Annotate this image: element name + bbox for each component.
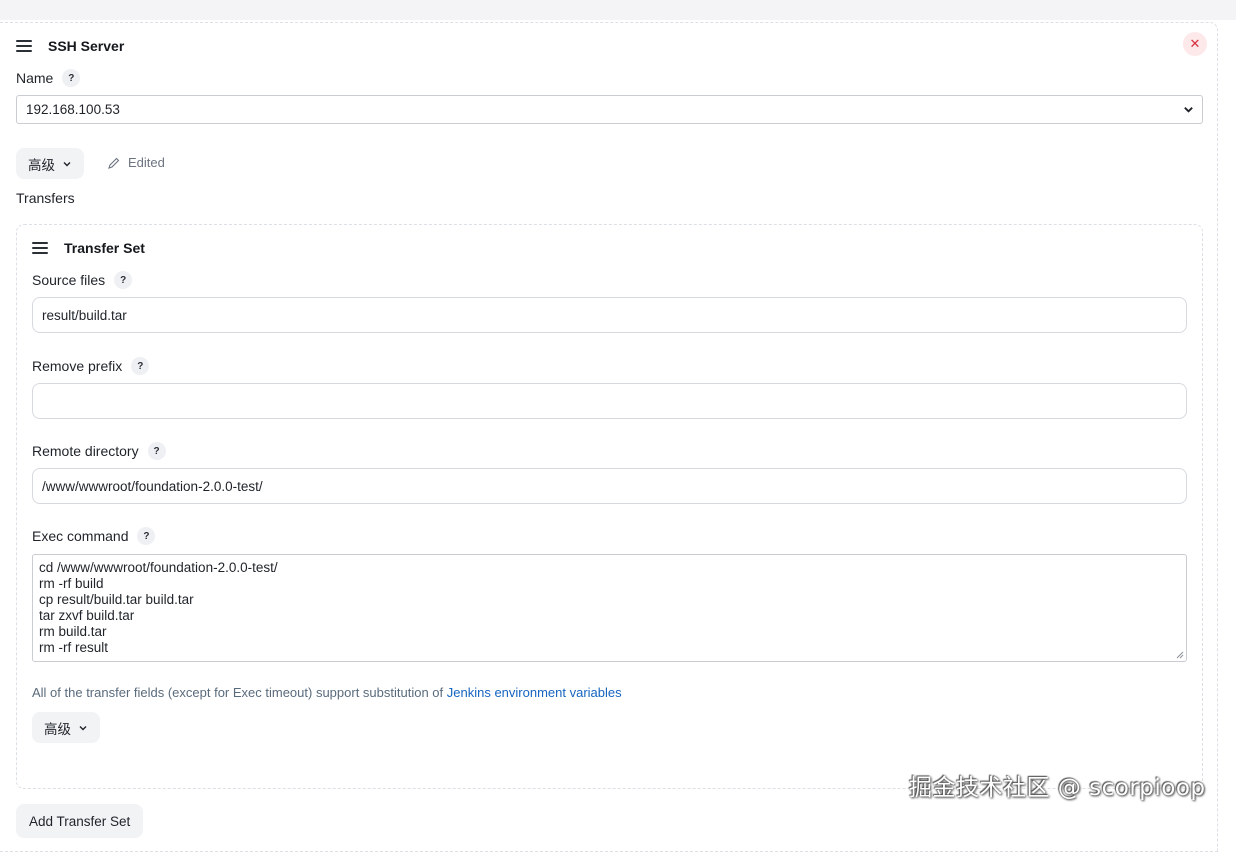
source-files-input[interactable]: result/build.tar bbox=[32, 297, 1187, 333]
ssh-server-header: SSH Server bbox=[16, 38, 124, 54]
pencil-icon bbox=[108, 157, 120, 169]
close-button[interactable]: ✕ bbox=[1183, 32, 1207, 56]
exec-command-line: rm -rf build bbox=[39, 576, 104, 591]
exec-command-label: Exec command bbox=[32, 528, 129, 544]
substitution-hint: All of the transfer fields (except for E… bbox=[32, 685, 622, 700]
drag-handle-icon[interactable] bbox=[16, 40, 32, 52]
chevron-down-icon bbox=[63, 161, 71, 166]
name-select[interactable]: 192.168.100.53 bbox=[16, 95, 1203, 124]
name-select-value: 192.168.100.53 bbox=[26, 102, 120, 117]
exec-command-textarea[interactable]: cd /www/wwwroot/foundation-2.0.0-test/ r… bbox=[32, 554, 1187, 662]
advanced-label: 高级 bbox=[44, 721, 71, 737]
close-icon: ✕ bbox=[1189, 36, 1201, 51]
top-strip bbox=[0, 0, 1236, 20]
help-icon[interactable]: ? bbox=[131, 357, 150, 375]
help-icon[interactable]: ? bbox=[137, 527, 156, 545]
remote-directory-label: Remote directory bbox=[32, 443, 139, 459]
hint-text: All of the transfer fields (except for E… bbox=[32, 685, 447, 700]
watermark: 掘金技术社区 @ scorpioop bbox=[909, 775, 1206, 801]
exec-command-label-row: Exec command ? bbox=[32, 527, 156, 545]
edited-indicator: Edited bbox=[107, 155, 165, 170]
help-icon[interactable]: ? bbox=[147, 442, 166, 460]
source-files-label: Source files bbox=[32, 272, 106, 288]
chevron-down-icon bbox=[1184, 107, 1193, 113]
exec-command-line: cp result/build.tar build.tar bbox=[39, 592, 194, 607]
exec-command-line: rm -rf result bbox=[39, 640, 108, 655]
chevron-down-icon bbox=[79, 725, 87, 730]
transfers-label: Transfers bbox=[16, 190, 75, 206]
exec-command-line: cd /www/wwwroot/foundation-2.0.0-test/ bbox=[39, 560, 278, 575]
transfer-set-title: Transfer Set bbox=[64, 240, 145, 256]
source-files-value: result/build.tar bbox=[42, 307, 127, 323]
name-label: Name bbox=[16, 70, 54, 86]
remove-prefix-label-row: Remove prefix ? bbox=[32, 357, 150, 375]
transfer-set-header: Transfer Set bbox=[32, 240, 145, 256]
remote-directory-label-row: Remote directory ? bbox=[32, 442, 166, 460]
transfers-label-text: Transfers bbox=[16, 190, 75, 206]
transfer-advanced-button[interactable]: 高级 bbox=[32, 712, 100, 743]
jenkins-env-vars-link[interactable]: Jenkins environment variables bbox=[447, 685, 622, 700]
remove-prefix-input[interactable] bbox=[32, 383, 1187, 419]
add-transfer-set-button[interactable]: Add Transfer Set bbox=[16, 804, 144, 838]
edited-label: Edited bbox=[128, 155, 165, 170]
remote-directory-value: /www/wwwroot/foundation-2.0.0-test/ bbox=[42, 478, 263, 494]
help-icon[interactable]: ? bbox=[62, 69, 81, 87]
exec-command-line: rm build.tar bbox=[39, 624, 107, 639]
help-icon[interactable]: ? bbox=[114, 271, 133, 289]
advanced-button[interactable]: 高级 bbox=[16, 148, 84, 179]
ssh-server-title: SSH Server bbox=[48, 38, 125, 54]
add-transfer-set-label: Add Transfer Set bbox=[29, 813, 131, 829]
source-files-label-row: Source files ? bbox=[32, 271, 133, 289]
remote-directory-input[interactable]: /www/wwwroot/foundation-2.0.0-test/ bbox=[32, 468, 1187, 504]
resize-handle-icon[interactable] bbox=[1175, 650, 1184, 659]
remove-prefix-label: Remove prefix bbox=[32, 358, 123, 374]
name-label-row: Name ? bbox=[16, 69, 81, 87]
exec-command-line: tar zxvf build.tar bbox=[39, 608, 135, 623]
advanced-label: 高级 bbox=[28, 157, 55, 173]
drag-handle-icon[interactable] bbox=[32, 242, 48, 254]
